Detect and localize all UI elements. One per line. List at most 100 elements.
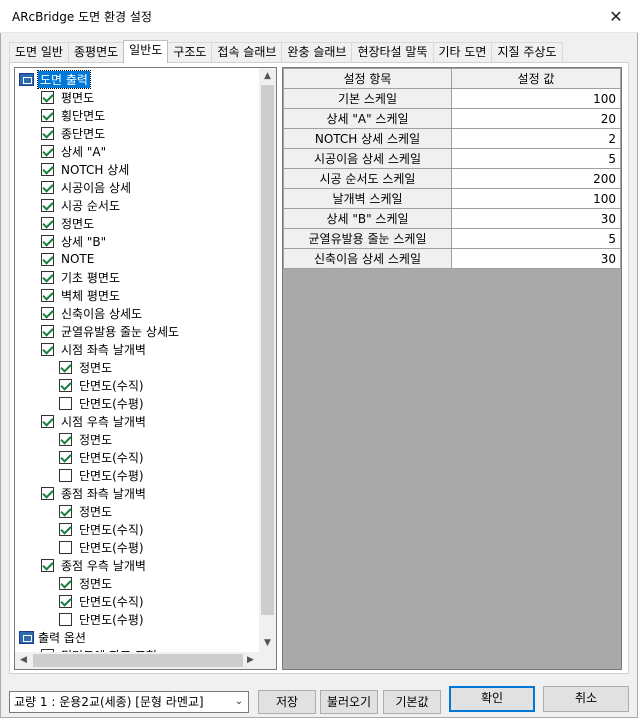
tree-item-checkbox[interactable]: [59, 360, 72, 374]
tree-item[interactable]: 균열유발용 줄눈 상세도: [41, 322, 179, 340]
scroll-right-icon[interactable]: ▶: [242, 652, 259, 669]
tree-item[interactable]: 단면도(수직): [59, 592, 144, 610]
tree-item-checkbox[interactable]: [59, 594, 72, 608]
tree-item-label: 정면도: [61, 216, 95, 231]
grid-cell-value[interactable]: 5: [451, 148, 621, 169]
tree-item-checkbox[interactable]: [41, 144, 54, 158]
tree-item-checkbox[interactable]: [59, 396, 72, 410]
tree-item-checkbox[interactable]: [59, 468, 72, 482]
tab-2[interactable]: 종평면도: [67, 42, 125, 62]
tree-item-checkbox[interactable]: [59, 378, 72, 392]
tree-item-checkbox[interactable]: [59, 504, 72, 518]
tree-item[interactable]: NOTCH 상세: [41, 160, 129, 178]
tree-item[interactable]: 종점 좌측 날개벽: [41, 484, 146, 502]
tab-3[interactable]: 일반도: [123, 40, 169, 63]
tree-item-checkbox[interactable]: [41, 324, 54, 338]
tree-item[interactable]: 시공 순서도: [41, 196, 120, 214]
tree-item-checkbox[interactable]: [59, 540, 72, 554]
bridge-select[interactable]: 교량 1 : 운용2교(세종) [문형 라멘교] ⌄: [9, 691, 249, 713]
hscroll-thumb[interactable]: [33, 654, 243, 667]
tree-item-checkbox[interactable]: [41, 90, 54, 104]
grid-cell-value[interactable]: 30: [451, 248, 621, 269]
tree-item[interactable]: 단면도(수평): [59, 394, 144, 412]
tree-item[interactable]: 단면도(수직): [59, 376, 144, 394]
tree-item-checkbox[interactable]: [41, 252, 54, 266]
scroll-down-icon[interactable]: ▼: [259, 635, 276, 652]
tab-9[interactable]: 지질 주상도: [491, 42, 563, 62]
tree-item[interactable]: 종단면도: [41, 124, 105, 142]
tab-6[interactable]: 완충 슬래브: [281, 42, 353, 62]
tree-item-checkbox[interactable]: [59, 576, 72, 590]
chevron-down-icon[interactable]: ⌄: [230, 692, 248, 712]
tree-item-checkbox[interactable]: [41, 288, 54, 302]
tree-item-checkbox[interactable]: [59, 450, 72, 464]
grid-cell-value[interactable]: 100: [451, 188, 621, 209]
tree-item[interactable]: 신축이음 상세도: [41, 304, 142, 322]
tree-item[interactable]: 상세 "A": [41, 142, 106, 160]
tree-item-checkbox[interactable]: [41, 162, 54, 176]
tab-8[interactable]: 기타 도면: [432, 42, 493, 62]
tree-item-checkbox[interactable]: [41, 558, 54, 572]
tree-item[interactable]: 정면도: [59, 502, 112, 520]
grid-cell-value[interactable]: 5: [451, 228, 621, 249]
settings-grid: 설정 항목 설정 값 기본 스케일 100 상세 "A" 스케일 20 NOTCH 상세…: [282, 67, 622, 670]
cancel-button[interactable]: 취소: [543, 686, 629, 712]
tree-item-checkbox[interactable]: [41, 126, 54, 140]
grid-cell-value[interactable]: 2: [451, 128, 621, 149]
tab-4[interactable]: 구조도: [167, 42, 213, 62]
tree-item[interactable]: 단면도(수직): [59, 448, 144, 466]
tree-item[interactable]: 정면도: [59, 574, 112, 592]
tree-item[interactable]: 평면도: [41, 88, 94, 106]
tree-root-node[interactable]: 출력 옵션: [19, 628, 86, 646]
tree-item[interactable]: 시공이음 상세: [41, 178, 131, 196]
default-button[interactable]: 기본값: [383, 690, 441, 714]
grid-cell-value[interactable]: 30: [451, 208, 621, 229]
scroll-thumb[interactable]: [261, 85, 274, 615]
tree-item[interactable]: 정면도: [59, 358, 112, 376]
tab-5[interactable]: 접속 슬래브: [211, 42, 283, 62]
save-button[interactable]: 저장: [258, 690, 316, 714]
tree-item[interactable]: 상세 "B": [41, 232, 106, 250]
tree-item[interactable]: 시점 우측 날개벽: [41, 412, 146, 430]
tree-item-checkbox[interactable]: [41, 486, 54, 500]
scroll-left-icon[interactable]: ◀: [15, 652, 32, 669]
tree-item-checkbox[interactable]: [41, 270, 54, 284]
tree-item[interactable]: 단면도(수평): [59, 538, 144, 556]
tree-item-checkbox[interactable]: [41, 306, 54, 320]
drawing-tree[interactable]: 도면 출력 평면도 횡단면도 종단면도 상세 "A" NOTCH 상세 시공이음 상세 시공 …: [14, 67, 277, 670]
tree-item[interactable]: 정면도: [59, 430, 112, 448]
tree-item[interactable]: NOTE: [41, 250, 94, 268]
tree-item[interactable]: 단면도(수평): [59, 466, 144, 484]
tree-item-checkbox[interactable]: [41, 198, 54, 212]
grid-cell-value[interactable]: 20: [451, 108, 621, 129]
tree-item-checkbox[interactable]: [59, 522, 72, 536]
tree-item-checkbox[interactable]: [41, 180, 54, 194]
ok-button[interactable]: 확인: [449, 686, 535, 712]
tree-item-checkbox[interactable]: [41, 216, 54, 230]
close-icon[interactable]: ✕: [594, 0, 638, 32]
grid-cell-value[interactable]: 200: [451, 168, 621, 189]
tree-item-checkbox[interactable]: [59, 612, 72, 626]
tree-item[interactable]: 벽체 평면도: [41, 286, 120, 304]
tab-7[interactable]: 현장타설 말뚝: [351, 42, 434, 62]
scroll-up-icon[interactable]: ▲: [259, 68, 276, 85]
tree-vertical-scrollbar[interactable]: ▲ ▼: [259, 68, 276, 652]
tab-1[interactable]: 도면 일반: [9, 42, 69, 62]
load-button[interactable]: 불러오기: [320, 690, 378, 714]
tree-horizontal-scrollbar[interactable]: ◀ ▶: [15, 652, 259, 669]
tree-item[interactable]: 단면도(수직): [59, 520, 144, 538]
tree-item-checkbox[interactable]: [59, 432, 72, 446]
tree-item[interactable]: 단면도(수평): [59, 610, 144, 628]
tree-item-checkbox[interactable]: [41, 342, 54, 356]
tree-item-checkbox[interactable]: [41, 414, 54, 428]
tree-item[interactable]: 시점 좌측 날개벽: [41, 340, 146, 358]
tree-item-checkbox[interactable]: [41, 234, 54, 248]
tree-root-node[interactable]: 도면 출력: [19, 69, 91, 89]
grid-header-value: 설정 값: [451, 68, 621, 89]
tree-item[interactable]: 횡단면도: [41, 106, 105, 124]
tree-item-checkbox[interactable]: [41, 108, 54, 122]
tree-item[interactable]: 종점 우측 날개벽: [41, 556, 146, 574]
grid-cell-value[interactable]: 100: [451, 88, 621, 109]
tree-item[interactable]: 기초 평면도: [41, 268, 120, 286]
tree-item[interactable]: 정면도: [41, 214, 94, 232]
